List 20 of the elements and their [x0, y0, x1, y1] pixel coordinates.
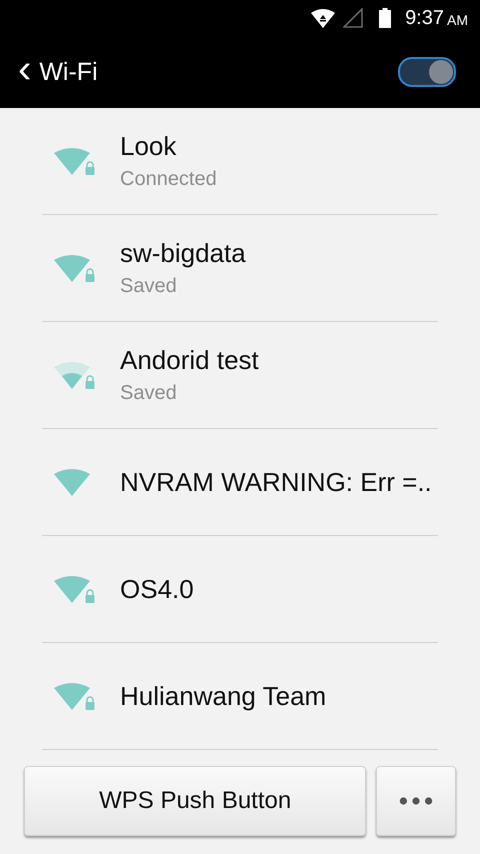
cellular-signal-icon — [343, 8, 364, 28]
network-status: Saved — [120, 382, 177, 405]
network-status: Saved — [120, 275, 177, 298]
network-name[interactable]: Andorid test — [120, 345, 259, 376]
wifi-toggle[interactable] — [398, 57, 456, 87]
network-name[interactable]: Hulianwang Team — [120, 680, 326, 712]
network-name[interactable]: sw-bigdata — [120, 238, 246, 269]
clock-meridiem: AM — [447, 12, 468, 28]
more-dots-icon — [398, 796, 434, 806]
network-name[interactable]: Look — [120, 131, 176, 162]
screen-title: Wi-Fi — [39, 58, 99, 86]
wps-push-button[interactable]: WPS Push Button — [24, 766, 366, 836]
back-button[interactable]: ‹ — [18, 49, 32, 89]
overflow-menu-button[interactable] — [376, 766, 456, 836]
wifi-signal-icon — [311, 8, 336, 28]
network-name[interactable]: OS4.0 — [120, 574, 194, 604]
battery-icon — [379, 8, 392, 28]
clock-time: 9:37 — [405, 6, 444, 30]
network-status: Connected — [120, 168, 217, 191]
network-name[interactable]: NVRAM WARNING: Err =.. — [120, 466, 432, 498]
